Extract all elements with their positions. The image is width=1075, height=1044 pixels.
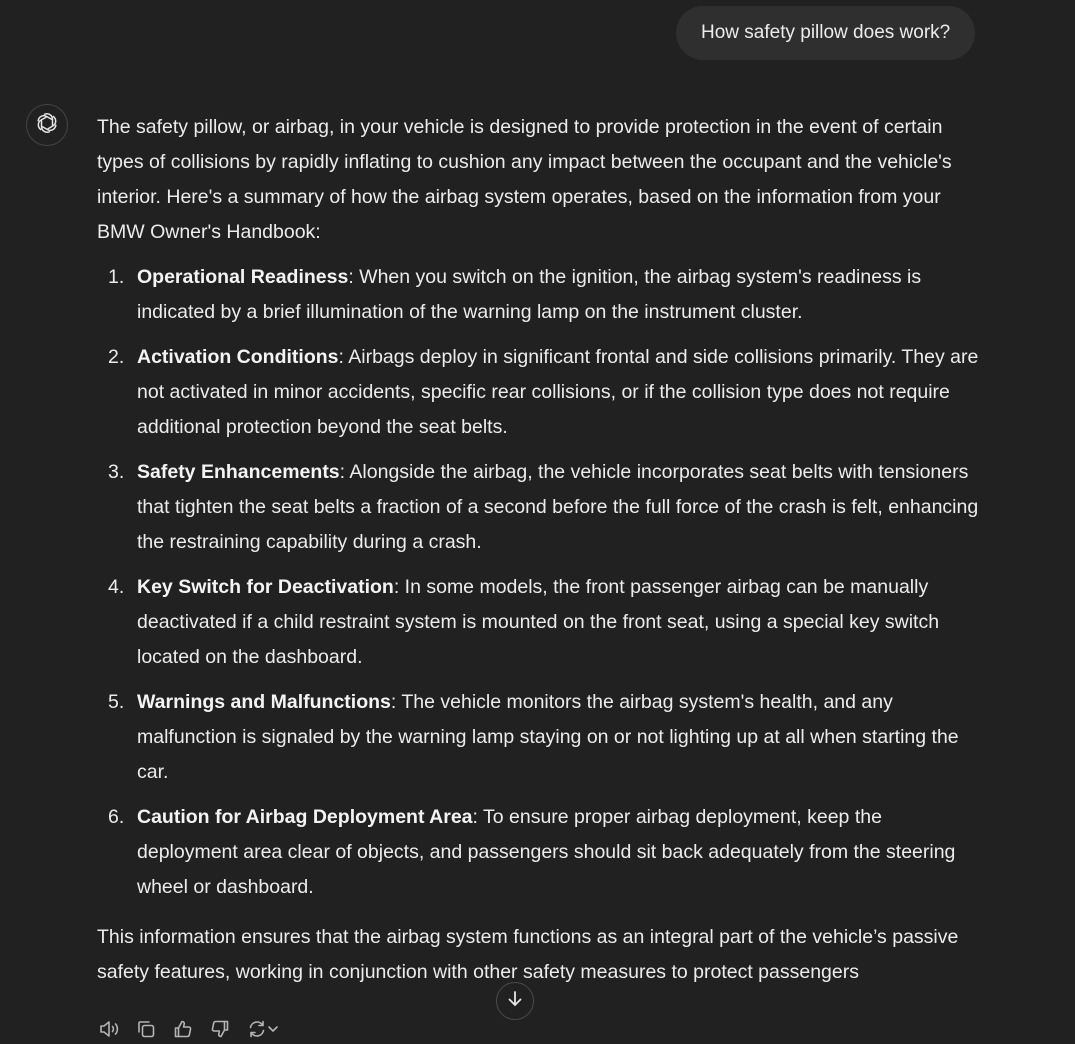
- thumbs-up-icon: [173, 1019, 193, 1039]
- list-number: 5.: [108, 691, 125, 713]
- chevron-down-icon: [267, 1023, 279, 1035]
- list-item-title: Operational Readiness: [137, 266, 349, 288]
- list-item: 6. Caution for Airbag Deployment Area: To…: [108, 800, 987, 905]
- list-item: 1. Operational Readiness: When you switch…: [108, 260, 987, 330]
- list-number: 1.: [108, 266, 125, 288]
- thumbs-down-icon: [210, 1019, 230, 1039]
- list-item-title: Caution for Airbag Deployment Area: [137, 806, 473, 828]
- assistant-message: The safety pillow, or airbag, in your ve…: [97, 110, 987, 990]
- scroll-to-bottom-button[interactable]: [496, 982, 534, 1020]
- regenerate-button[interactable]: [247, 1016, 287, 1042]
- bottom-fade: [0, 985, 1075, 995]
- answer-outro: This information ensures that the airbag…: [97, 926, 959, 983]
- list-item: 3. Safety Enhancements: Alongside the air…: [108, 455, 987, 560]
- list-number: 6.: [108, 806, 125, 828]
- openai-logo-icon: [35, 111, 59, 140]
- copy-button[interactable]: [136, 1016, 173, 1042]
- assistant-avatar: [26, 104, 68, 146]
- list-item-title: Activation Conditions: [137, 346, 339, 368]
- thumbs-up-button[interactable]: [173, 1016, 210, 1042]
- list-item-title: Key Switch for Deactivation: [137, 576, 394, 598]
- read-aloud-button[interactable]: [99, 1016, 136, 1042]
- list-item: 5. Warnings and Malfunctions: The vehicle…: [108, 685, 987, 790]
- arrow-down-icon: [506, 990, 524, 1013]
- read-aloud-icon: [99, 1019, 121, 1039]
- list-item-title: Safety Enhancements: [137, 461, 340, 483]
- list-number: 4.: [108, 576, 125, 598]
- list-item-title: Warnings and Malfunctions: [137, 691, 391, 713]
- list-item: 2. Activation Conditions: Airbags deploy …: [108, 340, 987, 445]
- thumbs-down-button[interactable]: [210, 1016, 247, 1042]
- answer-list: 1. Operational Readiness: When you switch…: [97, 260, 987, 905]
- user-message-text: How safety pillow does work?: [701, 22, 951, 43]
- user-message-bubble: How safety pillow does work?: [676, 6, 976, 60]
- answer-intro: The safety pillow, or airbag, in your ve…: [97, 116, 952, 243]
- message-actions: [99, 1016, 287, 1042]
- list-number: 3.: [108, 461, 125, 483]
- regenerate-icon: [247, 1019, 267, 1039]
- copy-icon: [136, 1019, 156, 1039]
- list-number: 2.: [108, 346, 125, 368]
- list-item: 4. Key Switch for Deactivation: In some m…: [108, 570, 987, 675]
- chat-page: How safety pillow does work? The safety …: [0, 0, 1075, 1044]
